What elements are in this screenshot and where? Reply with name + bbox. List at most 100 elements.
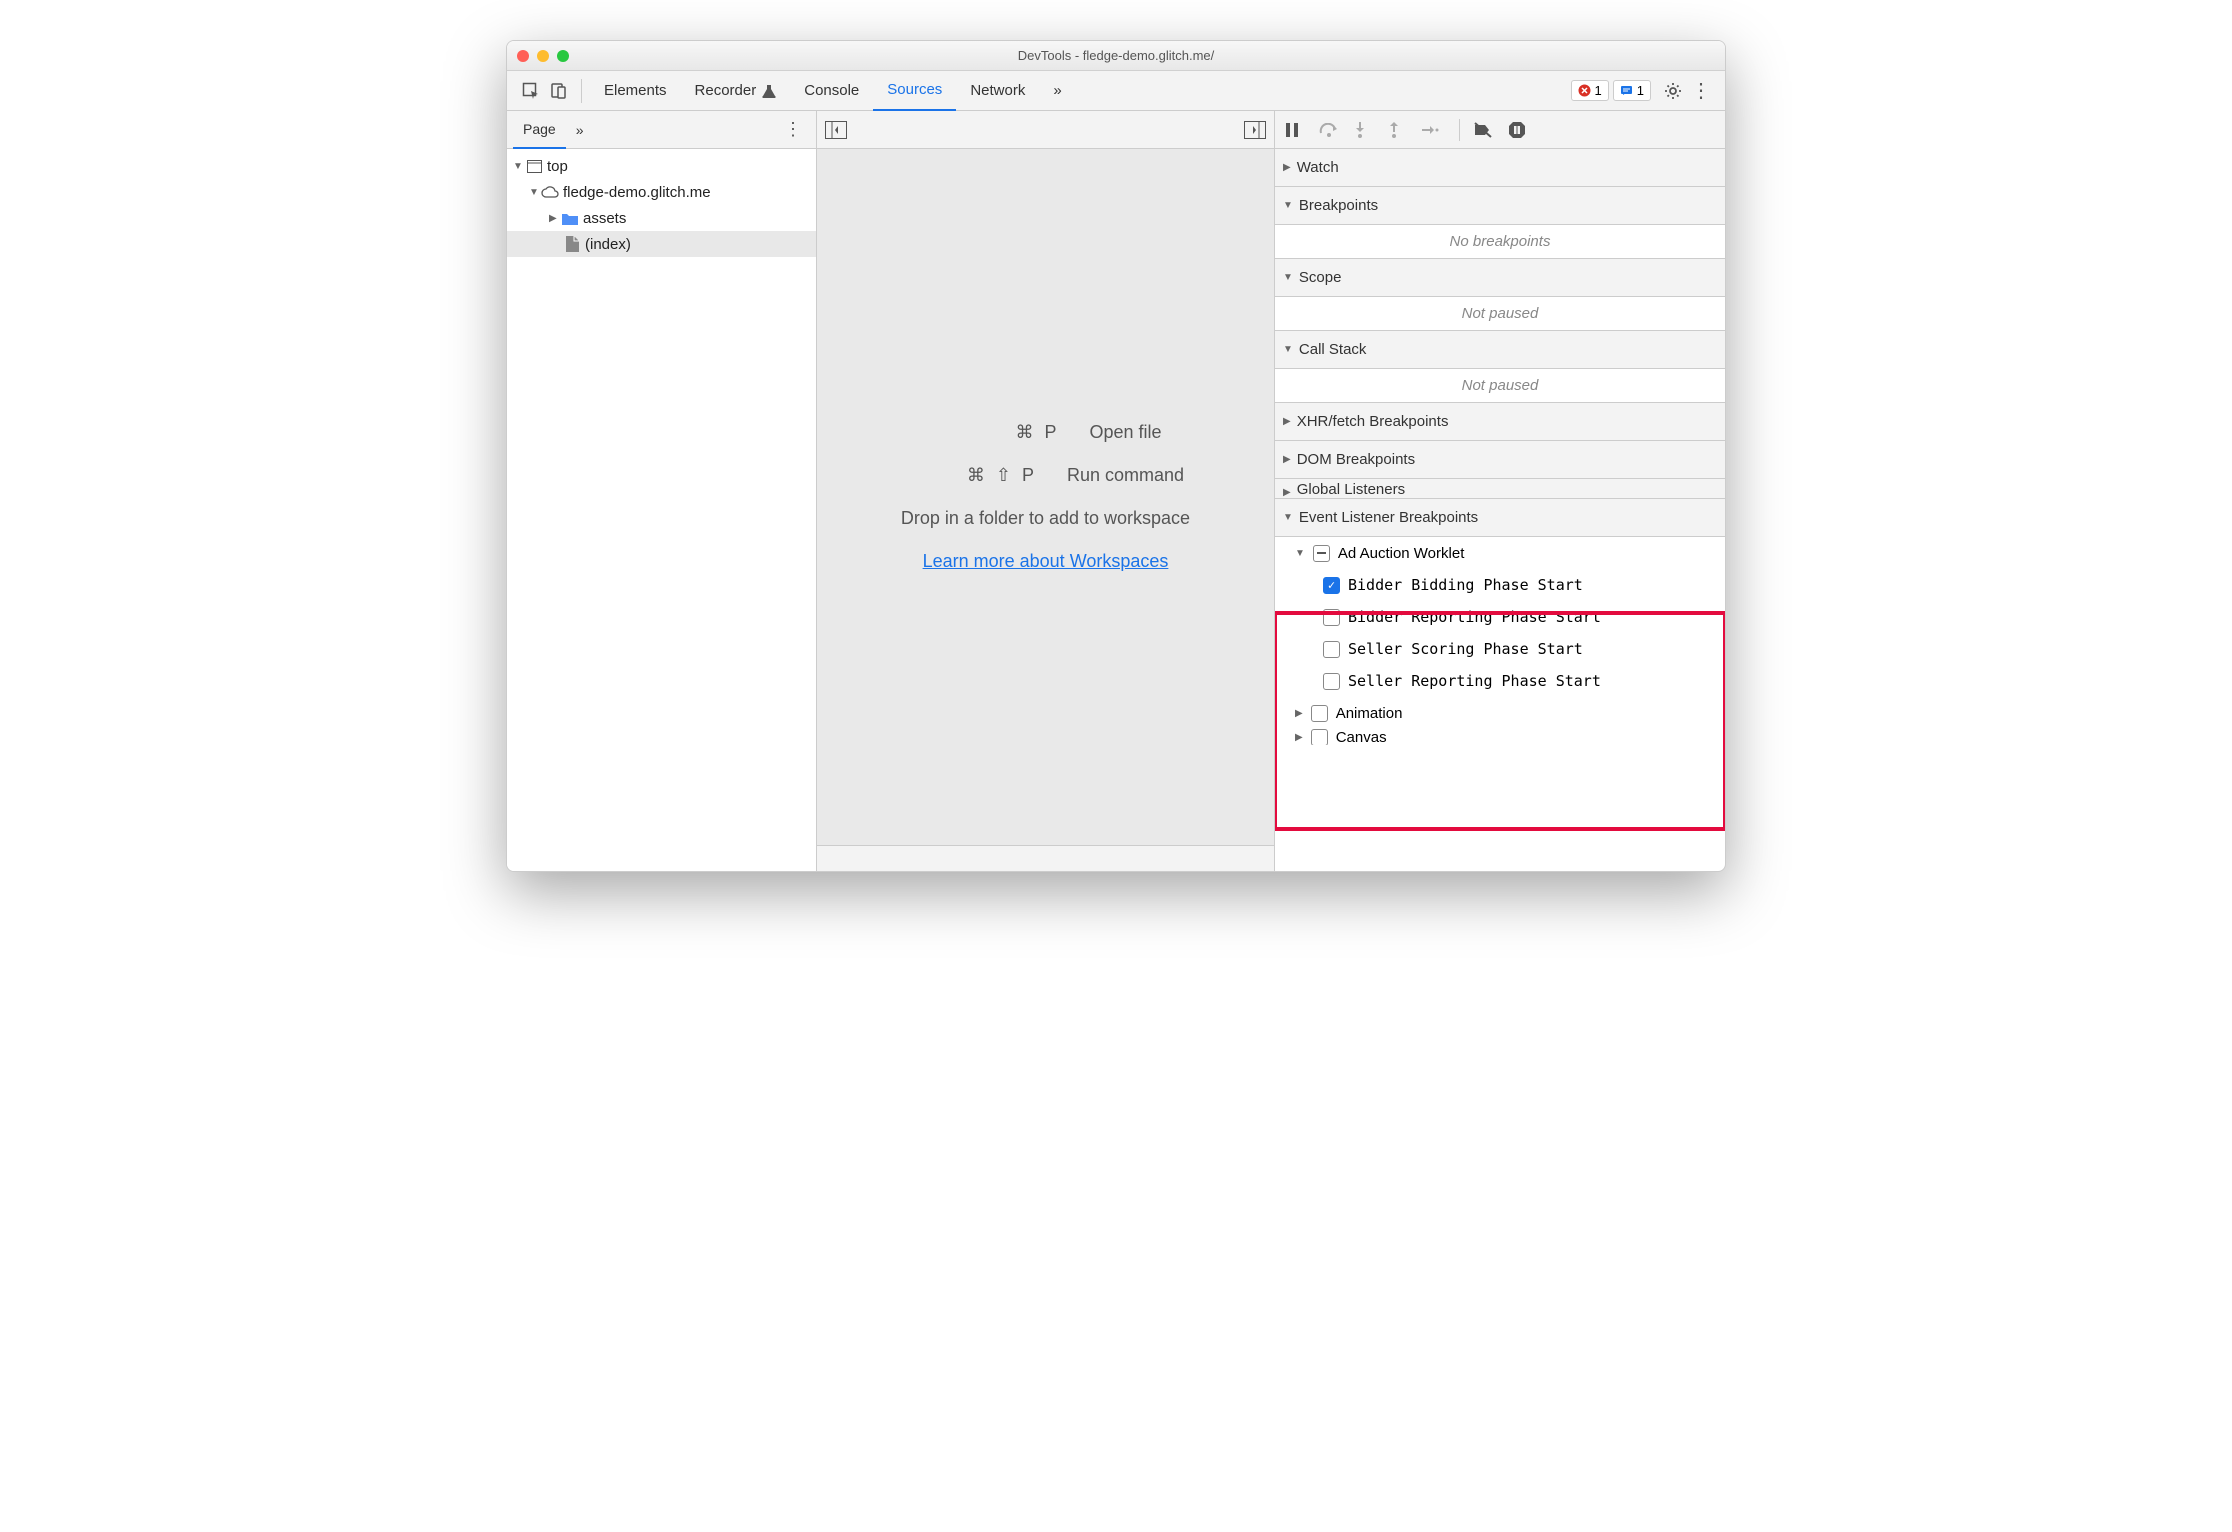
- elb-category-animation[interactable]: ▶ Animation: [1275, 697, 1725, 729]
- tree-folder-label: assets: [583, 210, 626, 227]
- debugger-pane: ▶Watch ▼Breakpoints No breakpoints ▼Scop…: [1275, 111, 1725, 871]
- message-count-badge[interactable]: 1: [1613, 80, 1651, 101]
- section-global-label: Global Listeners: [1297, 481, 1405, 498]
- tab-network[interactable]: Network: [956, 71, 1039, 111]
- tab-sources[interactable]: Sources: [873, 71, 956, 111]
- message-icon: [1620, 84, 1633, 97]
- section-callstack-label: Call Stack: [1299, 341, 1367, 358]
- workspace-drop-hint: Drop in a folder to add to workspace: [901, 508, 1190, 529]
- elb-category-label: Ad Auction Worklet: [1338, 545, 1464, 562]
- flask-icon: [762, 84, 776, 98]
- checkbox-icon[interactable]: ✓: [1323, 577, 1340, 594]
- error-count: 1: [1595, 83, 1602, 98]
- navigator-kebab-icon[interactable]: ⋮: [776, 119, 810, 140]
- debugger-toolbar: [1275, 111, 1725, 149]
- file-icon: [563, 236, 581, 252]
- show-navigator-icon[interactable]: [825, 121, 847, 139]
- frame-icon: [525, 160, 543, 173]
- open-file-shortcut: ⌘ P Open file: [929, 422, 1161, 443]
- tree-top-label: top: [547, 158, 568, 175]
- device-toggle-icon[interactable]: [545, 77, 573, 105]
- pause-on-exceptions-icon[interactable]: [1508, 121, 1532, 139]
- message-count: 1: [1637, 83, 1644, 98]
- titlebar: DevTools - fledge-demo.glitch.me/: [507, 41, 1725, 71]
- checkbox-indeterminate-icon[interactable]: [1313, 545, 1330, 562]
- tree-file-index[interactable]: (index): [507, 231, 816, 257]
- elb-event-label: Seller Scoring Phase Start: [1348, 640, 1583, 658]
- checkbox-icon[interactable]: [1323, 641, 1340, 658]
- open-file-keys: ⌘ P: [929, 422, 1059, 443]
- tree-domain[interactable]: ▼ fledge-demo.glitch.me: [507, 179, 816, 205]
- navigator-pane: Page » ⋮ ▼ top ▼ fledge-demo.glitch.me ▶: [507, 111, 817, 871]
- tab-console[interactable]: Console: [790, 71, 873, 111]
- scope-empty: Not paused: [1275, 297, 1725, 330]
- step-into-icon[interactable]: [1353, 121, 1377, 139]
- section-dom[interactable]: ▶DOM Breakpoints: [1275, 441, 1725, 479]
- error-icon: [1578, 84, 1591, 97]
- section-callstack[interactable]: ▼Call Stack: [1275, 331, 1725, 369]
- section-watch[interactable]: ▶Watch: [1275, 149, 1725, 187]
- checkbox-icon[interactable]: [1323, 673, 1340, 690]
- file-tree: ▼ top ▼ fledge-demo.glitch.me ▶ assets (…: [507, 149, 816, 871]
- show-debugger-icon[interactable]: [1244, 121, 1266, 139]
- tab-recorder[interactable]: Recorder: [681, 71, 791, 111]
- elb-event-label: Seller Reporting Phase Start: [1348, 672, 1601, 690]
- navigator-tab-page[interactable]: Page: [513, 111, 566, 149]
- settings-icon[interactable]: [1659, 77, 1687, 105]
- open-file-label: Open file: [1089, 422, 1161, 443]
- tree-file-label: (index): [585, 236, 631, 253]
- editor-footer: [817, 845, 1274, 871]
- checkbox-icon[interactable]: [1311, 705, 1328, 722]
- elb-animation-label: Animation: [1336, 705, 1403, 722]
- error-count-badge[interactable]: 1: [1571, 80, 1609, 101]
- deactivate-breakpoints-icon[interactable]: [1474, 122, 1498, 138]
- elb-event-item[interactable]: Bidder Reporting Phase Start: [1275, 601, 1725, 633]
- tree-top-frame[interactable]: ▼ top: [507, 153, 816, 179]
- section-xhr-label: XHR/fetch Breakpoints: [1297, 413, 1449, 430]
- pause-icon[interactable]: [1285, 122, 1309, 138]
- navigator-tabs-overflow[interactable]: »: [566, 111, 594, 149]
- elb-event-label: Bidder Reporting Phase Start: [1348, 608, 1601, 626]
- section-xhr[interactable]: ▶XHR/fetch Breakpoints: [1275, 403, 1725, 441]
- cloud-icon: [541, 186, 559, 199]
- section-breakpoints[interactable]: ▼Breakpoints: [1275, 187, 1725, 225]
- editor-pane: ⌘ P Open file ⌘ ⇧ P Run command Drop in …: [817, 111, 1275, 871]
- elb-event-item[interactable]: ✓ Bidder Bidding Phase Start: [1275, 569, 1725, 601]
- main-tabs: Elements Recorder Console Sources Networ…: [507, 71, 1725, 111]
- step-over-icon[interactable]: [1319, 123, 1343, 137]
- tree-domain-label: fledge-demo.glitch.me: [563, 184, 711, 201]
- window-title: DevTools - fledge-demo.glitch.me/: [507, 48, 1725, 63]
- run-command-shortcut: ⌘ ⇧ P Run command: [907, 465, 1184, 486]
- tree-folder-assets[interactable]: ▶ assets: [507, 205, 816, 231]
- checkbox-icon[interactable]: [1311, 729, 1328, 745]
- run-command-keys: ⌘ ⇧ P: [907, 465, 1037, 486]
- section-scope-label: Scope: [1299, 269, 1342, 286]
- zoom-window-button[interactable]: [557, 50, 569, 62]
- tabs-overflow[interactable]: »: [1039, 71, 1075, 111]
- callstack-empty: Not paused: [1275, 369, 1725, 402]
- section-elb-label: Event Listener Breakpoints: [1299, 509, 1478, 526]
- kebab-menu-icon[interactable]: ⋮: [1687, 77, 1715, 105]
- workspaces-learn-more-link[interactable]: Learn more about Workspaces: [923, 551, 1169, 572]
- minimize-window-button[interactable]: [537, 50, 549, 62]
- section-event-listener-breakpoints[interactable]: ▼Event Listener Breakpoints: [1275, 499, 1725, 537]
- tab-elements[interactable]: Elements: [590, 71, 681, 111]
- close-window-button[interactable]: [517, 50, 529, 62]
- devtools-window: DevTools - fledge-demo.glitch.me/ Elemen…: [506, 40, 1726, 872]
- breakpoints-empty: No breakpoints: [1275, 225, 1725, 258]
- elb-category-ad-auction-worklet[interactable]: ▼ Ad Auction Worklet: [1275, 537, 1725, 569]
- elb-category-canvas[interactable]: ▶ Canvas: [1275, 729, 1725, 745]
- step-out-icon[interactable]: [1387, 121, 1411, 139]
- checkbox-icon[interactable]: [1323, 609, 1340, 626]
- elb-event-item[interactable]: Seller Scoring Phase Start: [1275, 633, 1725, 665]
- inspect-icon[interactable]: [517, 77, 545, 105]
- elb-event-label: Bidder Bidding Phase Start: [1348, 576, 1583, 594]
- run-command-label: Run command: [1067, 465, 1184, 486]
- section-watch-label: Watch: [1297, 159, 1339, 176]
- window-controls: [517, 50, 569, 62]
- section-scope[interactable]: ▼Scope: [1275, 259, 1725, 297]
- section-global[interactable]: ▶Global Listeners: [1275, 479, 1725, 499]
- step-icon[interactable]: [1421, 123, 1445, 137]
- section-dom-label: DOM Breakpoints: [1297, 451, 1415, 468]
- elb-event-item[interactable]: Seller Reporting Phase Start: [1275, 665, 1725, 697]
